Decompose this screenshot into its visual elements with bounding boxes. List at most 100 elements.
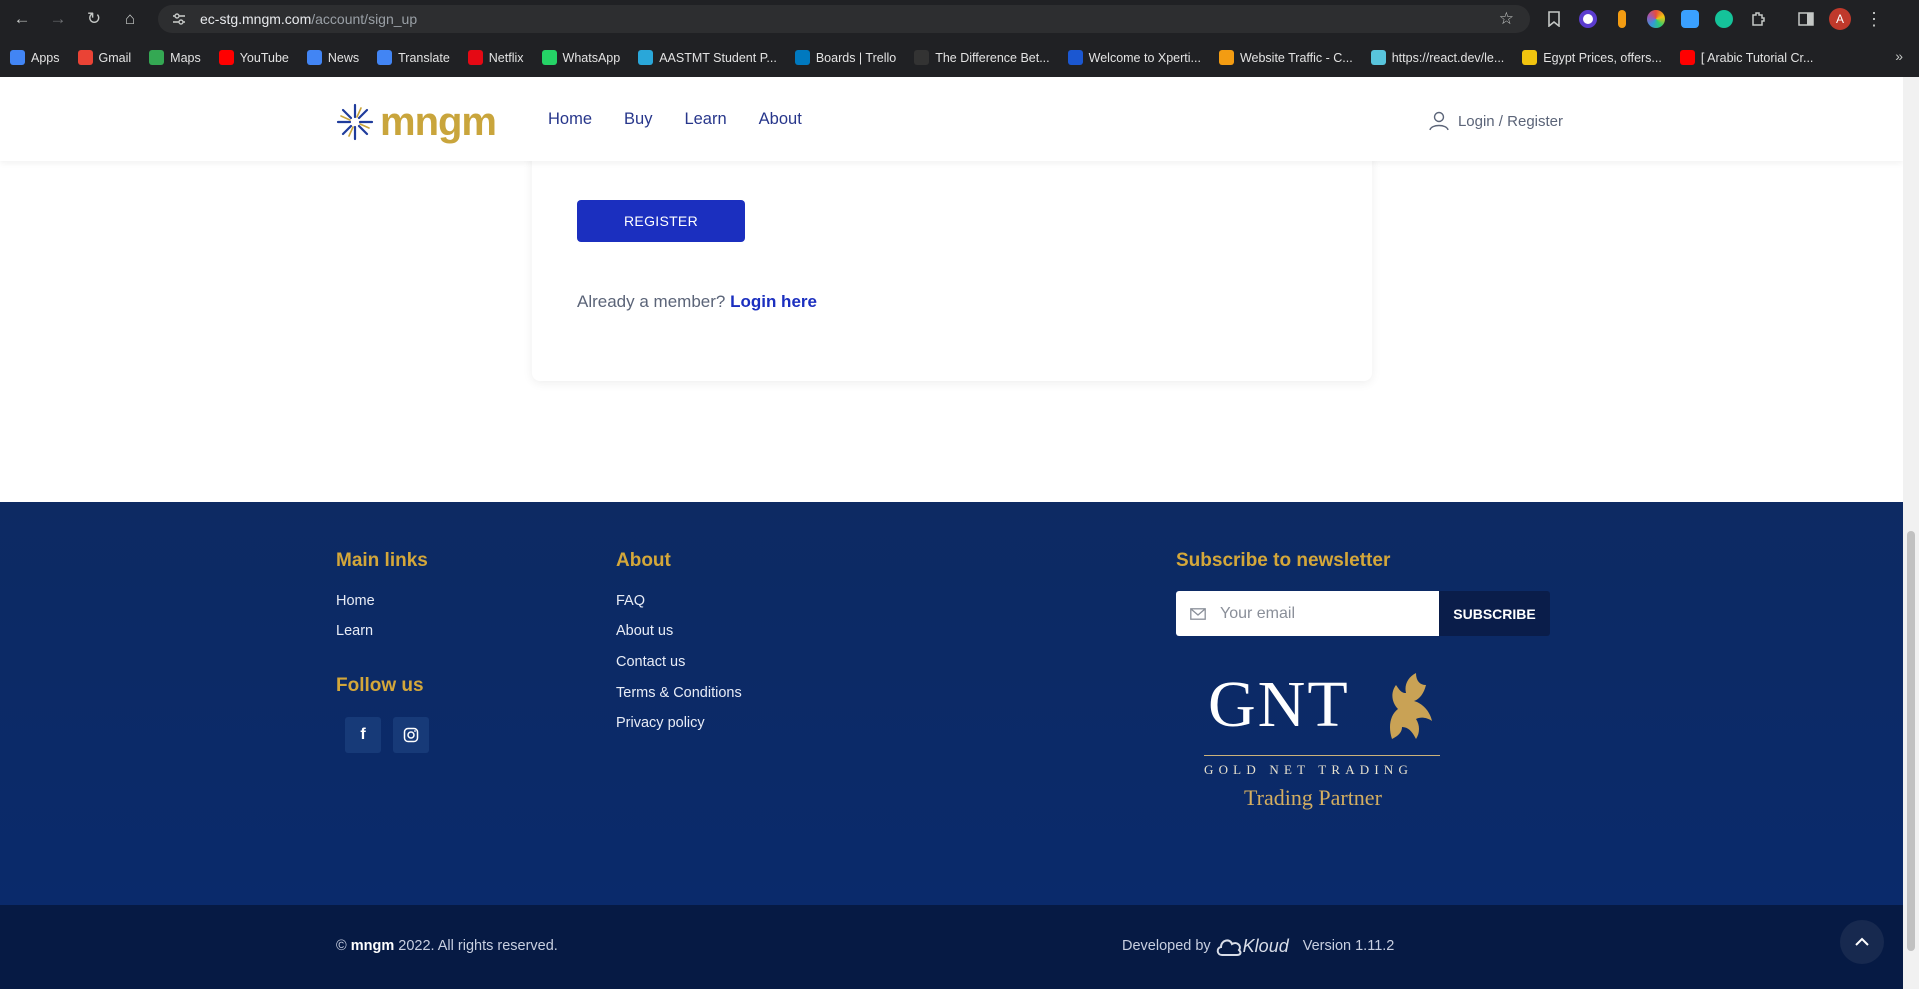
netflix-icon <box>467 50 483 65</box>
footer-link-about-us[interactable]: About us <box>616 623 673 639</box>
footer-link-home[interactable]: Home <box>336 593 375 609</box>
bookmarks-overflow-icon[interactable]: » <box>1895 48 1903 64</box>
bookmark-item[interactable]: [ Arabic Tutorial Cr... <box>1679 50 1814 65</box>
newsletter-form: Your email SUBSCRIBE <box>1176 591 1550 636</box>
extension-cloud-icon[interactable] <box>1676 5 1704 33</box>
login-here-link[interactable]: Login here <box>730 292 817 311</box>
dev-icon <box>914 50 930 65</box>
bookmark-label: Translate <box>398 50 450 65</box>
bookmark-item[interactable]: AASTMT Student P... <box>638 50 777 65</box>
footer-link-learn[interactable]: Learn <box>336 623 373 639</box>
site-settings-icon[interactable] <box>170 12 188 26</box>
gnt-divider <box>1204 755 1440 756</box>
bookmark-label: https://react.dev/le... <box>1391 50 1505 65</box>
site-header: mngm Home Buy Learn About Login / Regist… <box>0 77 1903 161</box>
apps-grid-icon <box>10 50 25 65</box>
instagram-icon[interactable] <box>393 717 429 753</box>
youtube-icon <box>1679 50 1695 65</box>
translate-icon <box>377 50 393 65</box>
bookmark-item[interactable]: News <box>306 50 359 65</box>
extension-orange-icon[interactable] <box>1608 5 1636 33</box>
url-text: ec-stg.mngm.com/account/sign_up <box>200 11 418 27</box>
footer-link-privacy[interactable]: Privacy policy <box>616 715 705 731</box>
react-icon <box>1370 50 1386 65</box>
bookmark-label: Boards | Trello <box>815 50 897 65</box>
bookmark-star-icon[interactable]: ☆ <box>1499 9 1514 29</box>
reload-icon[interactable]: ↻ <box>76 1 112 37</box>
version-label: Version 1.11.2 <box>1302 938 1395 954</box>
logo-text: mngm <box>380 100 497 144</box>
bookmark-label: Gmail <box>98 50 132 65</box>
chevron-up-icon <box>1855 937 1869 946</box>
home-icon[interactable]: ⌂ <box>112 1 148 37</box>
bookmark-item[interactable]: Egypt Prices, offers... <box>1522 50 1662 65</box>
side-panel-icon[interactable] <box>1792 5 1820 33</box>
grammarly-icon[interactable] <box>1710 5 1738 33</box>
page-scrollbar[interactable] <box>1903 77 1919 989</box>
register-button[interactable]: REGISTER <box>577 200 745 242</box>
address-bar[interactable]: ec-stg.mngm.com/account/sign_up ☆ <box>158 5 1530 33</box>
prices-icon <box>1522 50 1538 65</box>
bookmark-label: [ Arabic Tutorial Cr... <box>1700 50 1814 65</box>
main-nav: Home Buy Learn About <box>548 110 802 129</box>
sun-logo-icon <box>336 103 374 141</box>
bookmark-item[interactable]: Maps <box>149 50 201 65</box>
cloud-icon <box>1216 939 1242 956</box>
nav-learn[interactable]: Learn <box>684 110 726 129</box>
bookmark-item[interactable]: Translate <box>377 50 450 65</box>
facebook-icon[interactable]: f <box>345 717 381 753</box>
login-register-link[interactable]: Login / Register <box>1428 110 1563 132</box>
developed-by: Developed by Kloud Version 1.11.2 <box>1122 935 1394 957</box>
newsletter-email-input[interactable]: Your email <box>1176 591 1439 636</box>
bookmark-item[interactable]: Welcome to Xperti... <box>1067 50 1201 65</box>
extensions-puzzle-icon[interactable] <box>1744 5 1772 33</box>
whatsapp-icon <box>541 50 557 65</box>
profile-avatar[interactable]: A <box>1826 5 1854 33</box>
footer-bottom-bar: © mngm 2022. All rights reserved. Develo… <box>0 905 1903 989</box>
bookmark-item[interactable]: Gmail <box>77 50 132 65</box>
reading-list-icon[interactable] <box>1540 5 1568 33</box>
bookmark-label: The Difference Bet... <box>935 50 1050 65</box>
bookmark-label: WhatsApp <box>562 50 621 65</box>
dev-logo-text: Kloud <box>1242 935 1289 956</box>
bookmark-item[interactable]: Website Traffic - C... <box>1218 50 1353 65</box>
footer-link-terms[interactable]: Terms & Conditions <box>616 685 742 701</box>
back-icon[interactable]: ← <box>4 1 40 37</box>
bookmark-item[interactable]: YouTube <box>218 50 289 65</box>
bookmark-item[interactable]: Boards | Trello <box>794 50 897 65</box>
bookmark-item[interactable]: Apps <box>10 50 60 65</box>
extension-purple-icon[interactable] <box>1574 5 1602 33</box>
newsletter-title: Subscribe to newsletter <box>1176 550 1391 571</box>
xperti-icon <box>1067 50 1083 65</box>
traffic-icon <box>1218 50 1234 65</box>
extension-colorful-icon[interactable] <box>1642 5 1670 33</box>
email-placeholder: Your email <box>1220 604 1296 622</box>
subscribe-button[interactable]: SUBSCRIBE <box>1439 591 1550 636</box>
forward-icon[interactable]: → <box>40 1 76 37</box>
bookmark-label: Netflix <box>488 50 524 65</box>
bookmark-item[interactable]: The Difference Bet... <box>914 50 1050 65</box>
footer-link-faq[interactable]: FAQ <box>616 593 645 609</box>
bookmark-item[interactable]: WhatsApp <box>541 50 621 65</box>
bookmark-label: Website Traffic - C... <box>1239 50 1353 65</box>
gnt-logo-text: GNT <box>1208 668 1350 741</box>
about-title: About <box>616 550 671 571</box>
copyright-text: © mngm 2022. All rights reserved. <box>336 938 558 954</box>
bookmark-item[interactable]: Netflix <box>467 50 524 65</box>
scroll-to-top-button[interactable] <box>1840 920 1884 964</box>
mngm-logo[interactable]: mngm <box>336 100 497 144</box>
developed-by-label: Developed by <box>1122 938 1211 954</box>
login-register-label: Login / Register <box>1457 112 1563 130</box>
footer-link-contact-us[interactable]: Contact us <box>616 654 685 670</box>
chrome-menu-icon[interactable]: ⋮ <box>1860 5 1888 33</box>
follow-us-title: Follow us <box>336 675 424 696</box>
bookmark-item[interactable]: https://react.dev/le... <box>1370 50 1505 65</box>
nav-buy[interactable]: Buy <box>624 110 652 129</box>
bookmark-label: YouTube <box>239 50 289 65</box>
nav-about[interactable]: About <box>759 110 802 129</box>
inthekloud-logo[interactable]: Kloud <box>1215 935 1289 957</box>
user-icon <box>1429 111 1449 131</box>
scrollbar-thumb[interactable] <box>1907 531 1915 951</box>
nav-home[interactable]: Home <box>548 110 592 129</box>
maps-icon <box>149 50 165 65</box>
